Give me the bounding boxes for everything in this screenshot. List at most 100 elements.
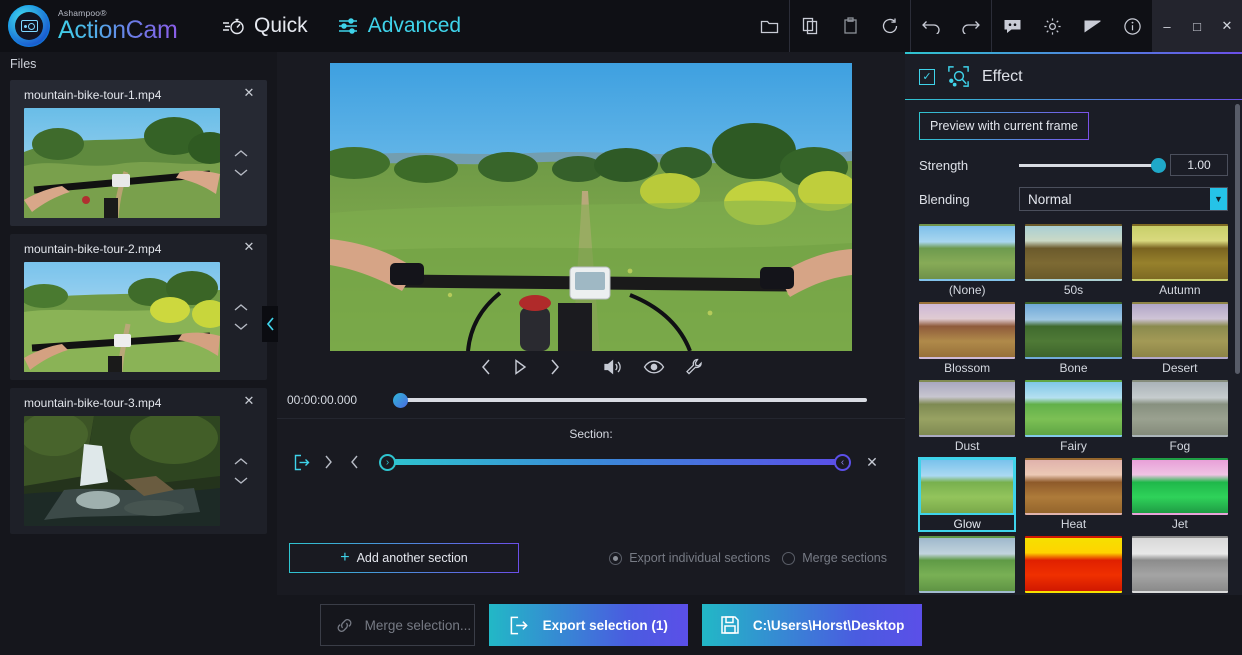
comment-icon[interactable] [992,0,1032,52]
effect-thumbnail [1132,458,1228,515]
effect-thumbnail [1132,536,1228,593]
effect-preset-desert[interactable]: Desert [1132,302,1228,375]
effect-preset-jet[interactable]: Jet [1132,458,1228,531]
info-icon[interactable] [1112,0,1152,52]
blending-selected-value: Normal [1028,192,1072,207]
effect-preset-heat[interactable]: Heat [1025,458,1121,531]
clipboard-icon[interactable] [830,0,870,52]
play-button[interactable] [509,356,532,378]
previous-section-icon[interactable] [341,449,367,475]
section-editor: Section: › [277,419,905,595]
effect-preset-blossom[interactable]: Blossom [919,302,1015,375]
copy-icon[interactable] [790,0,830,52]
next-section-icon[interactable] [315,449,341,475]
effect-preset-row5-1[interactable] [919,536,1015,595]
remove-file-icon[interactable]: ✕ [241,85,257,101]
wrench-icon[interactable] [681,356,707,378]
effect-preset-bone[interactable]: Bone [1025,302,1121,375]
files-list[interactable]: mountain-bike-tour-1.mp4 ✕ [0,76,277,595]
undo-icon[interactable] [911,0,951,52]
delete-section-icon[interactable]: ✕ [859,449,885,475]
export-selection-button[interactable]: Export selection (1) [489,604,688,646]
maximize-button[interactable]: □ [1182,0,1212,52]
move-down-icon[interactable] [234,322,248,331]
chevron-down-icon[interactable]: ▼ [1210,188,1227,210]
list-item[interactable]: mountain-bike-tour-2.mp4 ✕ [10,234,267,380]
effect-preset-row5-2[interactable] [1025,536,1121,595]
effect-thumbnail [919,380,1015,437]
video-preview[interactable] [330,63,852,351]
output-destination-button[interactable]: C:\Users\Horst\Desktop [702,604,923,646]
effect-preset-none[interactable]: (None) [919,224,1015,297]
minimize-button[interactable]: – [1152,0,1182,52]
remove-file-icon[interactable]: ✕ [241,393,257,409]
main-nav-tabs: Quick Advanced [220,10,463,42]
strength-slider-thumb[interactable] [1151,158,1166,173]
gear-icon[interactable] [1032,0,1072,52]
section-row: › ‹ ✕ [277,449,905,475]
export-icon [509,615,530,636]
effect-thumbnail [919,458,1015,515]
close-button[interactable]: ✕ [1212,0,1242,52]
move-up-icon[interactable] [234,303,248,312]
export-mode-group: Export individual sections Merge section… [609,551,887,565]
effect-preset-glow[interactable]: Glow [919,458,1015,531]
effect-preset-row5-3[interactable] [1132,536,1228,595]
previous-frame-button[interactable] [476,356,497,378]
list-item[interactable]: mountain-bike-tour-1.mp4 ✕ [10,80,267,226]
redo-icon[interactable] [951,0,991,52]
file-thumbnail[interactable] [24,416,220,526]
effect-enable-checkbox[interactable]: ✓ [919,69,935,85]
remove-file-icon[interactable]: ✕ [241,239,257,255]
effect-preset-label: Dust [919,437,1015,453]
stopwatch-icon [222,16,246,36]
strength-slider[interactable] [1019,164,1160,167]
seek-slider[interactable] [395,398,867,402]
application-window: Ashampoo® ActionCam Quick [0,0,1242,655]
link-icon [335,616,354,635]
contrast-icon[interactable] [1072,0,1112,52]
next-frame-button[interactable] [544,356,565,378]
effect-preset-fog[interactable]: Fog [1132,380,1228,453]
bottom-action-bar: Merge selection... Export selection (1) … [0,595,1242,655]
app-title: ActionCam [58,16,178,44]
radio-merge-sections[interactable]: Merge sections [782,551,887,565]
add-section-button[interactable]: + Add another section [289,543,519,573]
chevron-left-icon[interactable] [262,306,278,342]
tab-quick[interactable]: Quick [220,10,310,42]
strength-value[interactable]: 1.00 [1170,154,1228,176]
files-panel-title: Files [0,52,277,76]
move-up-icon[interactable] [234,457,248,466]
output-destination-label: C:\Users\Horst\Desktop [753,618,905,633]
preview-with-current-frame-button[interactable]: Preview with current frame [919,112,1089,140]
effect-magnifier-icon [946,64,971,89]
list-item[interactable]: mountain-bike-tour-3.mp4 ✕ [10,388,267,534]
effect-preset-dust[interactable]: Dust [919,380,1015,453]
reset-icon[interactable] [870,0,910,52]
export-section-icon[interactable] [289,449,315,475]
move-down-icon[interactable] [234,168,248,177]
merge-selection-button[interactable]: Merge selection... [320,604,475,646]
folder-icon[interactable] [749,0,789,52]
move-up-icon[interactable] [234,149,248,158]
effect-thumbnail [1025,224,1121,281]
seek-thumb[interactable] [393,393,408,408]
section-start-handle[interactable]: › [379,454,396,471]
effect-preset-fairy[interactable]: Fairy [1025,380,1121,453]
eye-icon[interactable] [639,357,669,377]
brand-logo: Ashampoo® ActionCam [0,5,210,47]
file-thumbnail[interactable] [24,108,220,218]
volume-icon[interactable] [599,356,627,378]
effect-presets-grid: (None) 50s Autumn Blossom [919,224,1228,595]
blending-select[interactable]: Normal ▼ [1019,187,1228,211]
tab-advanced[interactable]: Advanced [336,10,463,42]
section-range-slider[interactable]: › ‹ [379,449,851,475]
radio-export-individual[interactable]: Export individual sections [609,551,770,565]
effect-preset-50s[interactable]: 50s [1025,224,1121,297]
file-thumbnail[interactable] [24,262,220,372]
tab-quick-label: Quick [254,14,308,38]
move-down-icon[interactable] [234,476,248,485]
effect-preset-autumn[interactable]: Autumn [1132,224,1228,297]
section-end-handle[interactable]: ‹ [834,454,851,471]
effect-panel-scrollbar[interactable] [1235,104,1240,374]
